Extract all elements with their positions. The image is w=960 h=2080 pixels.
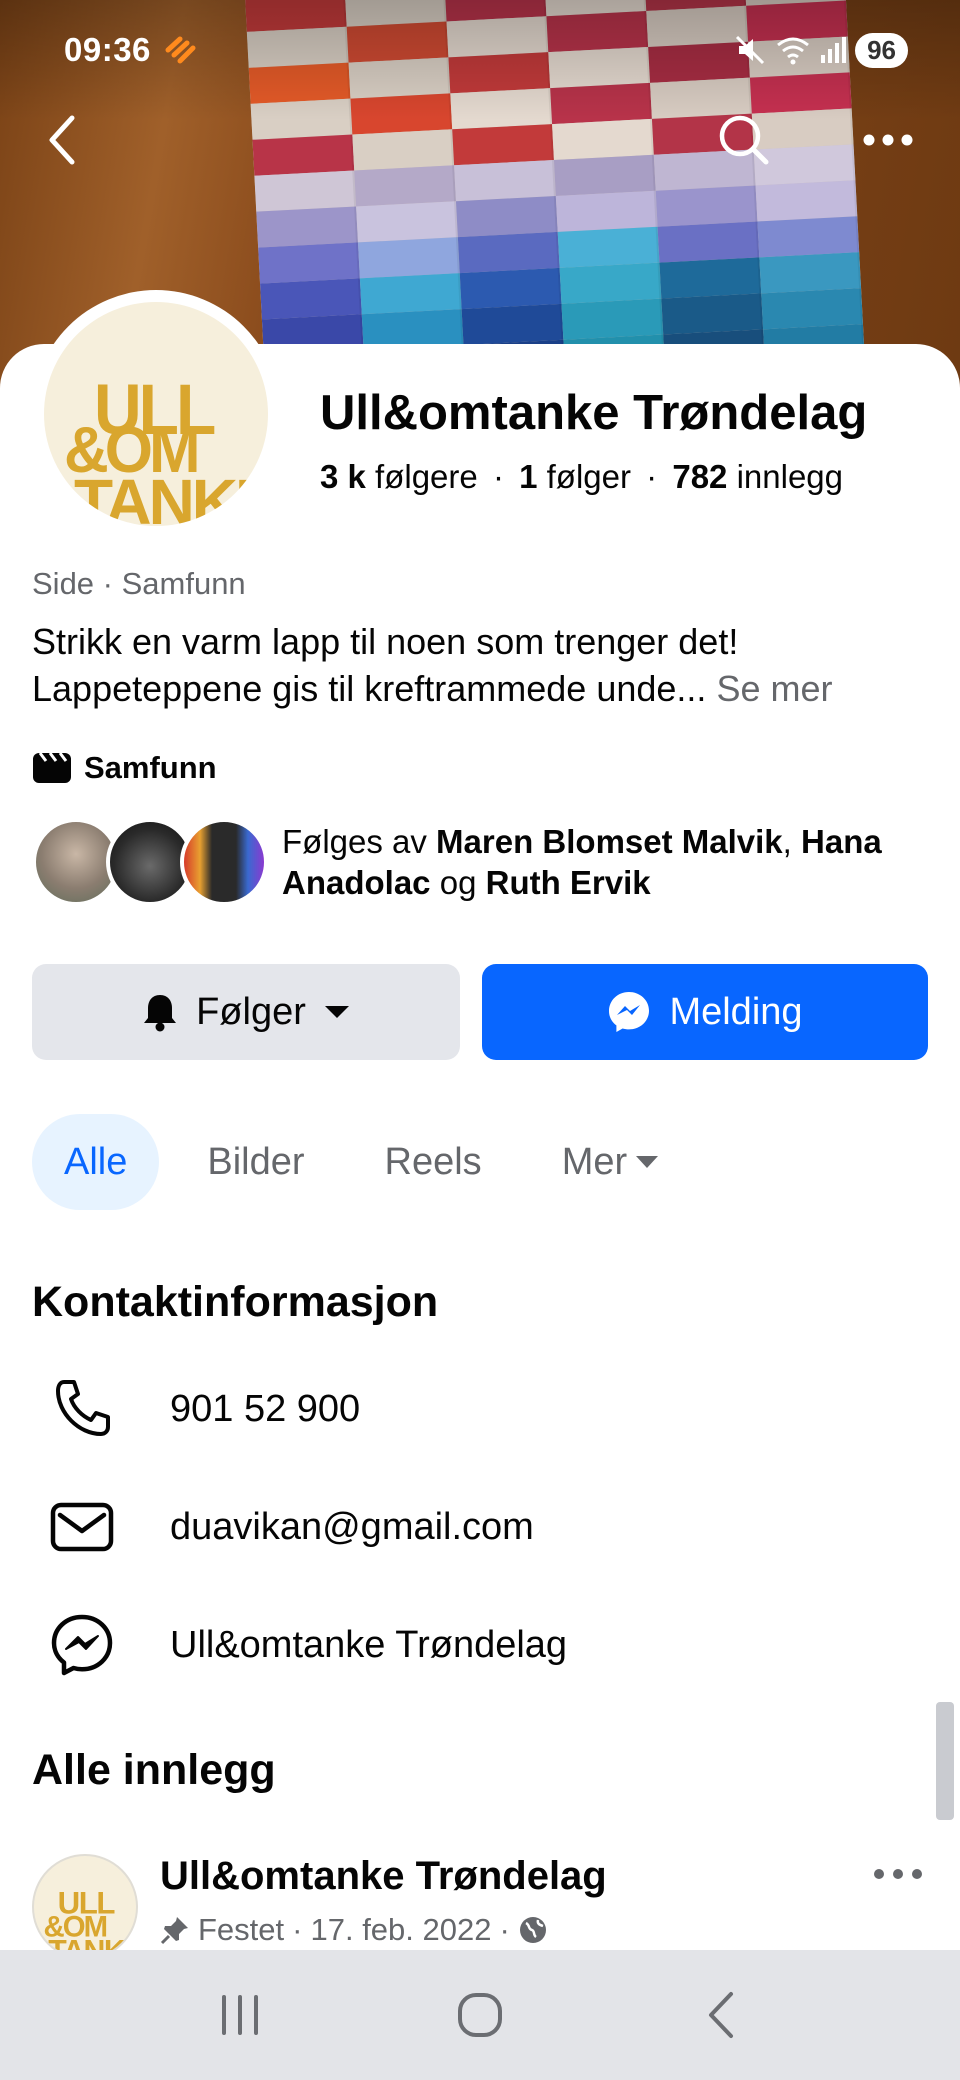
mail-icon xyxy=(50,1502,114,1552)
tab-bilder[interactable]: Bilder xyxy=(175,1114,336,1210)
post-author-avatar[interactable]: ULL &OM TANKE xyxy=(32,1854,138,1960)
bell-icon xyxy=(144,995,177,1032)
tab-mer[interactable]: Mer xyxy=(530,1114,691,1210)
follower-avatar-3 xyxy=(180,818,268,906)
tab-alle[interactable]: Alle xyxy=(32,1114,160,1210)
page-type-label: Side · Samfunn xyxy=(32,566,246,601)
post-author-name[interactable]: Ull&omtanke Trøndelag xyxy=(160,1854,607,1899)
caret-down-icon xyxy=(324,1006,349,1018)
messenger-name: Ull&omtanke Trøndelag xyxy=(170,1623,568,1666)
post-header: ULL &OM TANKE Ull&omtanke Trøndelag Fest… xyxy=(32,1854,928,1960)
page-stats: 3 k følgere · 1 følger · 782 innlegg xyxy=(320,458,844,495)
messenger-icon xyxy=(609,992,650,1032)
category-label: Samfunn xyxy=(84,750,217,785)
phone-icon xyxy=(56,1380,110,1436)
see-more-link[interactable]: Se mer xyxy=(716,668,832,709)
category-row: Samfunn xyxy=(32,750,217,786)
message-button[interactable]: Melding xyxy=(482,964,928,1060)
posts-section-title: Alle innlegg xyxy=(32,1746,276,1794)
profile-picture[interactable]: ULL &OM TANKE xyxy=(32,290,280,538)
action-buttons: Følger Melding xyxy=(32,964,928,1060)
logo-avatar: ULL &OM TANKE xyxy=(44,302,268,526)
back-arrow-icon xyxy=(49,115,75,165)
search-button[interactable] xyxy=(712,108,776,172)
more-dots-icon xyxy=(874,1869,922,1879)
following-button[interactable]: Følger xyxy=(32,964,460,1060)
globe-icon xyxy=(519,1917,546,1943)
messenger-icon xyxy=(51,1614,113,1676)
recent-apps-button[interactable] xyxy=(190,1975,290,2055)
post-date[interactable]: 17. feb. 2022 xyxy=(310,1912,491,1948)
app-notification-icon xyxy=(165,36,196,64)
post-options-button[interactable] xyxy=(868,1854,928,1894)
status-bar: 09:36 96 xyxy=(64,28,908,72)
scrollbar[interactable] xyxy=(936,1702,954,1820)
ullomtanke-logo: ULL &OM TANKE xyxy=(64,369,268,526)
caret-down-icon xyxy=(636,1156,659,1168)
page-title: Ull&omtanke Trøndelag xyxy=(320,386,868,440)
posts-count: 782 innlegg xyxy=(672,458,844,495)
phone-number: 901 52 900 xyxy=(170,1387,361,1430)
pin-icon xyxy=(160,1917,188,1945)
wifi-icon xyxy=(777,37,810,65)
search-icon xyxy=(719,115,769,165)
back-chevron-icon xyxy=(709,1992,733,2038)
recent-apps-icon xyxy=(222,1995,258,2035)
contact-section-title: Kontaktinformasjon xyxy=(32,1278,439,1326)
email-address: duavikan@gmail.com xyxy=(170,1505,534,1548)
home-icon xyxy=(458,1993,502,2037)
status-time: 09:36 xyxy=(64,31,151,68)
page-bio: Strikk en varm lapp til noen som trenger… xyxy=(32,621,833,709)
ullomtanke-logo: ULL &OM TANKE xyxy=(43,1886,136,1958)
home-button[interactable] xyxy=(430,1975,530,2055)
contact-messenger-row[interactable]: Ull&omtanke Trøndelag xyxy=(32,1600,928,1690)
system-navigation-bar xyxy=(0,1950,960,2080)
following-link[interactable]: 1 følger xyxy=(519,458,631,495)
followed-by-text: Følges av Maren Blomset Malvik, Hana Ana… xyxy=(282,823,882,901)
mute-icon xyxy=(736,35,765,65)
followers-link[interactable]: 3 k følgere xyxy=(320,458,478,495)
back-button[interactable] xyxy=(30,108,94,172)
battery-indicator: 96 xyxy=(855,32,908,68)
profile-tabs: Alle Bilder Reels Mer xyxy=(32,1114,691,1210)
system-back-button[interactable] xyxy=(670,1975,770,2055)
clapperboard-icon xyxy=(33,752,71,783)
signal-icon xyxy=(821,37,847,63)
followed-by-row[interactable]: Følges av Maren Blomset Malvik, Hana Ana… xyxy=(32,818,912,906)
post-meta: Festet · 17. feb. 2022 · xyxy=(160,1912,548,1948)
contact-phone-row[interactable]: 901 52 900 xyxy=(32,1364,928,1454)
more-options-button[interactable] xyxy=(856,108,920,172)
contact-email-row[interactable]: duavikan@gmail.com xyxy=(32,1482,928,1572)
tab-reels[interactable]: Reels xyxy=(353,1114,514,1210)
more-dots-icon xyxy=(863,134,913,146)
